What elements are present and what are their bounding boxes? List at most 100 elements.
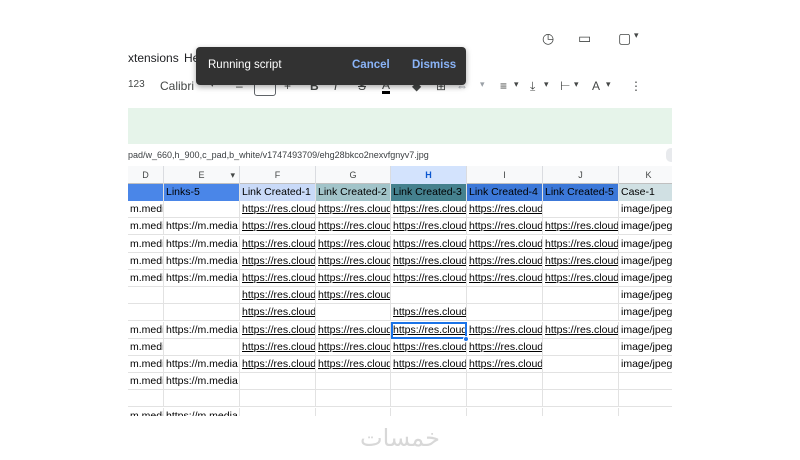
table-cell[interactable]: https://res.cloudi — [467, 252, 543, 270]
number-format-button[interactable]: 123 — [128, 79, 145, 90]
table-cell[interactable]: https://res.cloudi — [240, 304, 316, 322]
table-cell[interactable]: m.media — [128, 235, 164, 253]
table-cell[interactable] — [164, 304, 240, 322]
table-cell[interactable]: https://res.cloudi — [543, 270, 619, 287]
vertical-align-icon[interactable]: ⤓ — [530, 79, 535, 94]
table-cell[interactable]: https://res.cloudi — [391, 252, 467, 270]
more-options-icon[interactable]: ⋮ — [630, 79, 642, 93]
table-cell[interactable]: https://res.cloudi — [467, 338, 543, 356]
table-cell[interactable]: https://res.cloudi — [240, 287, 316, 305]
column-header-f[interactable]: F — [240, 166, 316, 184]
valign-dropdown-icon[interactable]: ▾ — [544, 79, 549, 90]
header-cell[interactable]: Link Created-3 — [391, 184, 467, 201]
header-cell[interactable]: Case-1 — [619, 184, 672, 201]
header-cell[interactable]: Link Created-4 — [467, 184, 543, 201]
table-cell[interactable] — [543, 201, 619, 219]
table-cell[interactable] — [164, 390, 240, 408]
table-cell[interactable]: https://res.cloudi — [316, 235, 391, 253]
table-cell[interactable] — [543, 287, 619, 305]
table-cell[interactable]: https://res.cloudi — [316, 321, 391, 339]
table-cell[interactable]: https://res.cloudi — [316, 270, 391, 287]
table-cell[interactable] — [164, 287, 240, 305]
table-cell[interactable]: https://res.cloudi — [467, 270, 543, 287]
fill-handle[interactable] — [463, 335, 469, 342]
table-cell[interactable]: https://res.cloudi — [316, 252, 391, 270]
merge-dropdown-icon[interactable]: ▾ — [480, 79, 485, 90]
column-header-d[interactable]: D — [128, 166, 164, 184]
comment-icon[interactable]: ▭ — [578, 30, 591, 47]
table-cell[interactable]: m.media — [128, 407, 164, 416]
table-cell[interactable] — [316, 373, 391, 391]
table-cell[interactable] — [240, 407, 316, 416]
column-header-e[interactable]: E ▾ — [164, 166, 240, 184]
table-cell[interactable]: https://res.cloudi — [467, 218, 543, 236]
table-cell[interactable] — [467, 304, 543, 322]
table-cell[interactable]: https://res.cloudi — [316, 356, 391, 373]
table-cell[interactable]: https://res.cloudi — [240, 218, 316, 236]
table-cell[interactable]: https://res.cloudi — [240, 270, 316, 287]
wrap-dropdown-icon[interactable]: ▾ — [574, 79, 579, 90]
table-cell[interactable] — [619, 373, 672, 390]
table-cell[interactable]: https://m.media — [164, 270, 240, 287]
cancel-button[interactable]: Cancel — [352, 59, 390, 71]
table-cell[interactable]: image/jpeg — [619, 356, 672, 373]
table-cell[interactable]: https://res.cloudi — [467, 321, 543, 339]
table-cell[interactable]: https://res.cloudi — [391, 356, 467, 373]
table-cell[interactable]: https://res.cloudi — [543, 252, 619, 270]
table-cell[interactable]: https://m.media — [164, 218, 240, 236]
align-dropdown-icon[interactable]: ▾ — [514, 79, 519, 90]
table-cell[interactable]: image/jpeg — [619, 253, 672, 270]
table-cell[interactable]: image/jpeg — [619, 304, 672, 321]
table-cell[interactable] — [543, 407, 619, 416]
table-cell[interactable]: https://res.cloudi — [391, 270, 467, 287]
table-cell[interactable]: m.media — [128, 338, 164, 356]
table-cell[interactable]: https://res.cloudi — [543, 321, 619, 339]
table-cell[interactable]: https://res.cloudi — [391, 218, 467, 236]
present-icon[interactable]: ▢ — [618, 30, 631, 47]
table-cell[interactable]: https://res.cloudi — [391, 304, 467, 322]
table-cell[interactable]: m.media — [128, 218, 164, 236]
table-cell[interactable] — [543, 356, 619, 373]
header-cell[interactable] — [128, 184, 164, 201]
table-cell[interactable]: m.media — [128, 201, 164, 219]
table-cell[interactable] — [128, 390, 164, 408]
column-header-i[interactable]: I — [467, 166, 543, 184]
table-cell[interactable] — [316, 390, 391, 408]
table-cell[interactable]: https://res.cloudi — [543, 235, 619, 253]
table-cell[interactable]: https://res.cloudi — [240, 235, 316, 253]
column-header-h[interactable]: H — [391, 166, 467, 184]
table-cell[interactable] — [619, 408, 672, 416]
formula-bar[interactable]: pad/w_660,h_900,c_pad,b_white/v174749370… — [128, 146, 672, 164]
table-cell[interactable] — [391, 407, 467, 416]
menu-extensions[interactable]: xtensions — [128, 51, 179, 65]
table-cell[interactable] — [164, 338, 240, 356]
table-cell[interactable]: image/jpeg — [619, 201, 672, 218]
table-cell[interactable]: https://res.cloudi — [316, 338, 391, 356]
rotation-dropdown-icon[interactable]: ▾ — [606, 79, 611, 90]
text-rotation-icon[interactable]: A — [592, 79, 600, 93]
text-wrap-icon[interactable]: ⊢ — [560, 79, 570, 93]
align-left-icon[interactable]: ≡ — [500, 79, 507, 93]
table-cell[interactable]: https://res.cloudi — [240, 201, 316, 219]
table-cell[interactable] — [128, 304, 164, 322]
column-header-g[interactable]: G — [316, 166, 391, 184]
table-cell[interactable]: https://res.cloudi — [467, 201, 543, 219]
table-cell[interactable] — [543, 304, 619, 322]
table-cell[interactable]: https://res.cloudi — [316, 218, 391, 236]
table-cell[interactable]: https://res.cloudi — [391, 235, 467, 253]
table-cell[interactable]: image/jpeg — [619, 339, 672, 356]
formula-expand-icon[interactable] — [666, 148, 672, 162]
header-cell[interactable]: Link Created-2 — [316, 184, 391, 201]
history-icon[interactable]: ◷ — [542, 30, 554, 47]
filter-dropdown-icon[interactable]: ▾ — [230, 166, 235, 184]
table-cell[interactable]: https://m.media — [164, 407, 240, 416]
table-cell[interactable]: https://m.media — [164, 373, 240, 391]
table-cell[interactable]: image/jpeg — [619, 322, 672, 339]
table-cell[interactable]: https://res.cloudi — [240, 338, 316, 356]
table-cell[interactable]: https://res.cloudi — [240, 356, 316, 373]
table-cell[interactable] — [240, 373, 316, 391]
table-cell[interactable]: https://res.cloudi — [316, 287, 391, 305]
table-cell[interactable] — [467, 373, 543, 391]
table-cell[interactable]: https://m.media — [164, 356, 240, 373]
table-cell[interactable]: https://res.cloudi — [391, 201, 467, 219]
